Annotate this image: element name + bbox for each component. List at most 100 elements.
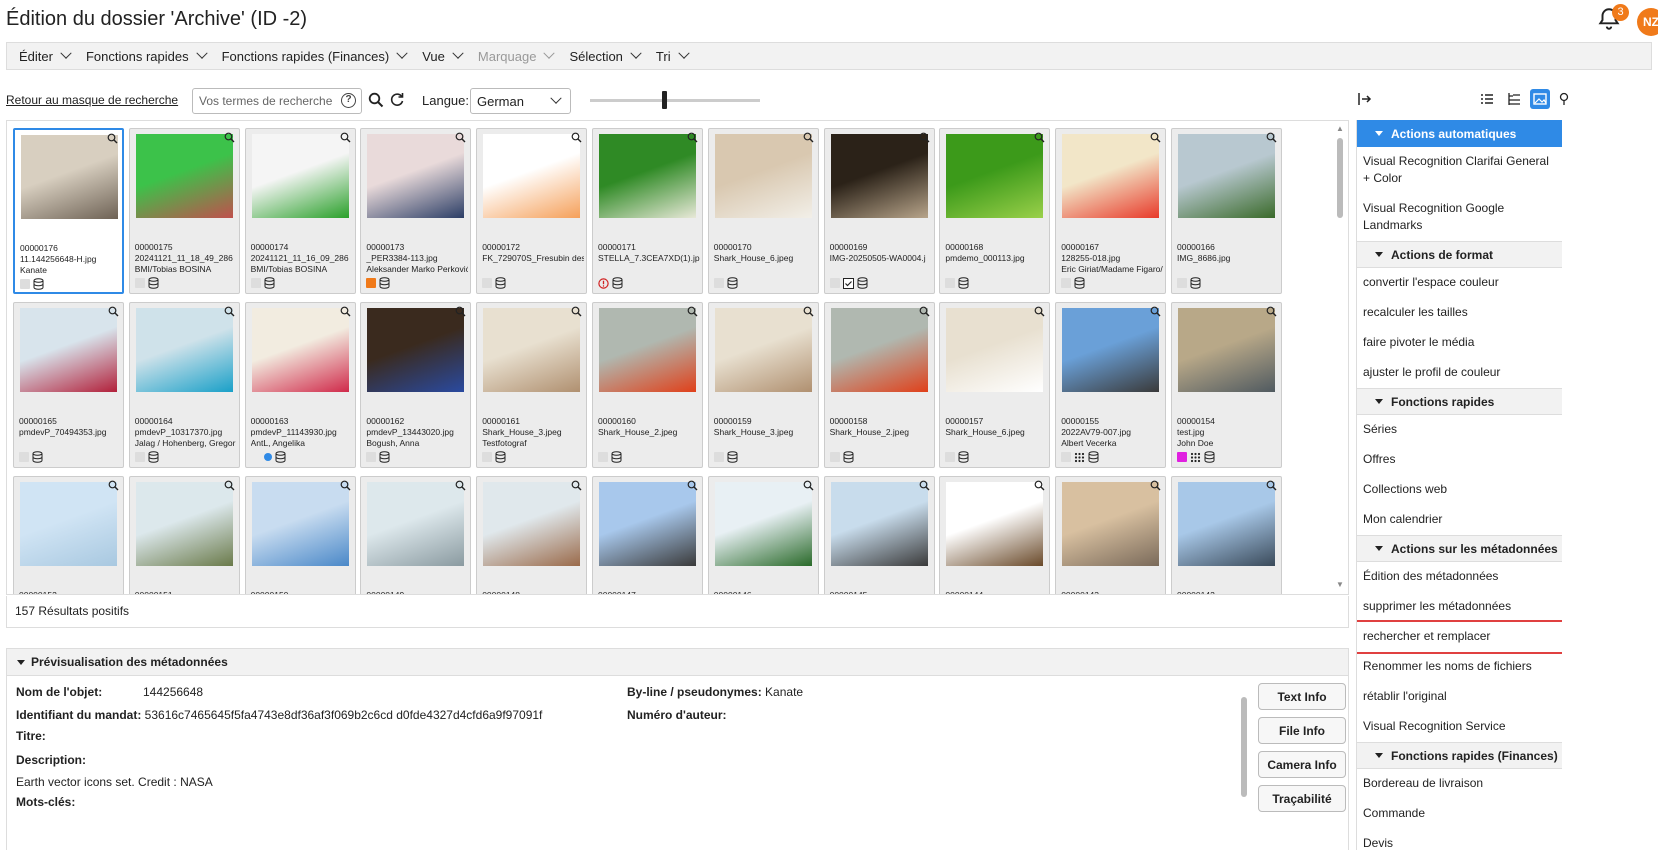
zoom-icon[interactable] [224, 480, 235, 491]
sidebar-item[interactable]: Édition des métadonnées [1357, 562, 1562, 592]
media-thumbnail[interactable] [367, 308, 465, 392]
media-tile[interactable]: 00000155 2022AV79-007.jpg Albert Vecerka [1055, 302, 1167, 468]
zoom-icon[interactable] [1266, 306, 1277, 317]
tree-view-icon[interactable] [1507, 92, 1521, 106]
media-tile[interactable]: 00000163 pmdevP_11143930.jpg AntL, Angelik… [244, 302, 356, 468]
camera-info-button[interactable]: Camera Info [1258, 751, 1346, 778]
thumbnail-size-slider[interactable] [590, 91, 760, 109]
scroll-up-icon[interactable]: ▲ [1336, 124, 1344, 133]
media-tile[interactable]: 00000174 20241121_11_16_09_286 BMI/Tobias … [244, 128, 356, 294]
media-tile[interactable]: 00000168 pmdemo_000113.jpg [939, 128, 1051, 294]
media-tile[interactable]: 00000158 Shark_House_2.jpeg [823, 302, 935, 468]
media-tile[interactable]: 00000147 [592, 476, 703, 594]
search-input[interactable] [193, 89, 333, 113]
scrollbar-thumb[interactable] [1337, 138, 1343, 218]
sidebar-section-header[interactable]: Actions sur les métadonnées [1357, 535, 1562, 562]
sidebar-section-header[interactable]: Fonctions rapides [1357, 388, 1562, 415]
zoom-icon[interactable] [455, 306, 466, 317]
sidebar-item[interactable]: Devis [1357, 829, 1562, 850]
media-thumbnail[interactable] [946, 482, 1044, 566]
media-thumbnail[interactable] [830, 134, 928, 218]
media-tile[interactable]: 00000161 Shark_House_3.jpeg Testfotograf [476, 302, 588, 468]
zoom-icon[interactable] [803, 480, 814, 491]
media-thumbnail[interactable] [1178, 134, 1275, 218]
list-view-icon[interactable] [1480, 92, 1494, 106]
metadata-scrollbar[interactable] [1239, 685, 1249, 850]
refresh-icon[interactable] [389, 91, 405, 107]
zoom-icon[interactable] [108, 480, 119, 491]
sidebar-section-header[interactable]: Actions de format [1357, 241, 1562, 268]
media-thumbnail[interactable] [251, 134, 349, 218]
slider-handle[interactable] [662, 91, 667, 109]
menu-vue[interactable]: Vue [414, 47, 470, 64]
file-info-button[interactable]: File Info [1258, 717, 1346, 744]
media-thumbnail[interactable] [599, 308, 696, 392]
media-thumbnail[interactable] [714, 134, 812, 218]
media-thumbnail[interactable] [251, 482, 349, 566]
media-thumbnail[interactable] [714, 308, 812, 392]
media-thumbnail[interactable] [367, 482, 465, 566]
sidebar-section-header[interactable]: Fonctions rapides (Finances) [1357, 742, 1562, 769]
zoom-icon[interactable] [1266, 132, 1277, 143]
pin-icon[interactable] [1559, 92, 1569, 106]
media-tile[interactable]: 00000148 [476, 476, 588, 594]
media-tile[interactable]: 00000159 Shark_House_3.jpeg [707, 302, 819, 468]
media-tile[interactable]: 00000172 FK_729070S_Fresubin des [476, 128, 588, 294]
gallery-view-button[interactable] [1530, 89, 1550, 109]
search-icon[interactable] [368, 92, 384, 108]
zoom-icon[interactable] [687, 132, 698, 143]
avatar[interactable]: NZ [1637, 8, 1658, 36]
media-thumbnail[interactable] [946, 134, 1044, 218]
zoom-icon[interactable] [224, 132, 235, 143]
sidebar-item[interactable]: convertir l'espace couleur [1357, 268, 1562, 298]
zoom-icon[interactable] [1150, 306, 1161, 317]
sidebar-item[interactable]: Séries [1357, 415, 1562, 445]
collapse-panel-icon[interactable] [1358, 92, 1372, 106]
zoom-icon[interactable] [1034, 132, 1045, 143]
media-thumbnail[interactable] [1178, 308, 1275, 392]
sidebar-item[interactable]: Bordereau de livraison [1357, 769, 1562, 799]
media-tile[interactable]: 00000152 [13, 476, 124, 594]
media-tile[interactable]: 00000164 pmdevP_10317370.jpg Jalag / Hohen… [128, 302, 240, 468]
media-tile[interactable]: 00000173 _PER3384-113.jpg Aleksander Marko… [360, 128, 472, 294]
zoom-icon[interactable] [571, 306, 582, 317]
sidebar-item[interactable]: Offres [1357, 445, 1562, 475]
zoom-icon[interactable] [107, 133, 118, 144]
media-tile[interactable]: 00000176 11.144256648-H.jpg Kanate [13, 128, 124, 294]
sidebar-item[interactable]: Visual Recognition Clarifai General + Co… [1357, 147, 1562, 194]
media-tile[interactable]: 00000175 20241121_11_18_49_286 BMI/Tobias … [128, 128, 240, 294]
media-thumbnail[interactable] [599, 482, 696, 566]
menu-tri[interactable]: Tri [648, 47, 696, 64]
media-tile[interactable]: 00000165 pmdevP_70494353.jpg [13, 302, 124, 468]
zoom-icon[interactable] [1034, 306, 1045, 317]
checkbox-icon[interactable] [842, 277, 854, 289]
zoom-icon[interactable] [1150, 132, 1161, 143]
sidebar-item[interactable]: Collections web [1357, 475, 1562, 505]
sidebar-item[interactable]: rechercher et remplacer [1357, 620, 1562, 654]
zoom-icon[interactable] [224, 306, 235, 317]
media-thumbnail[interactable] [135, 482, 233, 566]
zoom-icon[interactable] [108, 306, 119, 317]
back-to-search-link[interactable]: Retour au masque de recherche [6, 93, 178, 107]
media-thumbnail[interactable] [483, 308, 581, 392]
zoom-icon[interactable] [803, 132, 814, 143]
help-icon[interactable]: ? [341, 93, 356, 108]
media-thumbnail[interactable] [830, 482, 928, 566]
media-thumbnail[interactable] [251, 308, 349, 392]
media-tile[interactable]: 00000167 128255-018.jpg Eric Giriat/Madame… [1055, 128, 1167, 294]
media-tile[interactable]: 00000145 [823, 476, 935, 594]
media-tile[interactable]: 00000143 [1055, 476, 1167, 594]
sidebar-item[interactable]: faire pivoter le média [1357, 328, 1562, 358]
sidebar-item[interactable]: ajuster le profil de couleur [1357, 358, 1562, 388]
media-thumbnail[interactable] [367, 134, 465, 218]
media-tile[interactable]: 00000160 Shark_House_2.jpeg [592, 302, 703, 468]
media-tile[interactable]: 00000151 [128, 476, 240, 594]
metadata-panel-header[interactable]: Prévisualisation des métadonnées [7, 649, 1348, 676]
zoom-icon[interactable] [803, 306, 814, 317]
media-thumbnail[interactable] [830, 308, 928, 392]
zoom-icon[interactable] [687, 306, 698, 317]
media-tile[interactable]: 00000144 [939, 476, 1051, 594]
text-info-button[interactable]: Text Info [1258, 683, 1346, 710]
media-tile[interactable]: 00000142 [1171, 476, 1282, 594]
media-tile[interactable]: 00000171 STELLA_7.3CEA7XD(1).jp [592, 128, 703, 294]
